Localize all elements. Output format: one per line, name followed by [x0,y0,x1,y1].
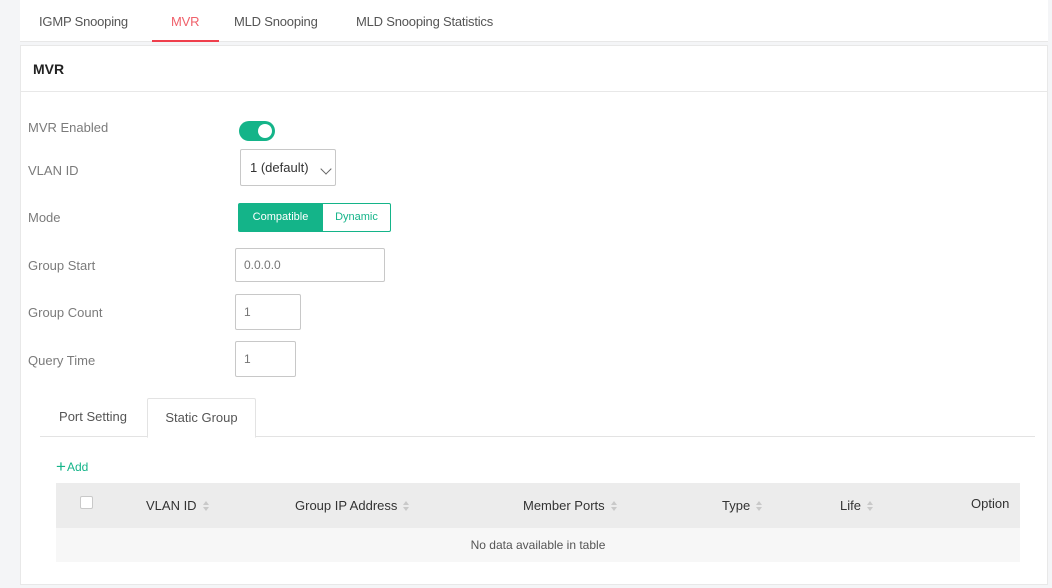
sort-icon [610,500,617,511]
group-start-label: Group Start [28,258,96,273]
page: IGMP Snooping MVR MLD Snooping MLD Snoop… [0,0,1052,588]
vlan-id-select[interactable]: 1 (default) [240,149,336,186]
tab-label: Static Group [165,410,238,425]
tab-label: Port Setting [59,409,127,424]
mvr-enabled-label: MVR Enabled [28,120,109,135]
mode-label: Mode [28,210,61,225]
sort-icon [403,500,410,511]
group-count-input[interactable] [235,294,301,330]
sub-tab-bar: Port Setting Static Group [40,398,1035,438]
tab-mld-snooping[interactable]: MLD Snooping [234,0,318,42]
column-life[interactable]: Life [840,483,873,528]
tab-static-group[interactable]: Static Group [147,398,256,438]
group-count-label: Group Count [28,305,103,320]
column-label: Group IP Address [295,498,398,513]
section-title: MVR [21,46,1047,92]
chevron-down-icon [320,163,332,175]
select-all-checkbox[interactable] [80,496,93,509]
tab-port-setting[interactable]: Port Setting [40,398,146,437]
tab-label: IGMP Snooping [39,14,128,29]
query-time-label: Query Time [28,353,96,368]
mode-compatible-button[interactable]: Compatible [238,203,323,232]
mvr-enabled-toggle[interactable] [239,121,275,141]
add-label: Add [66,460,89,474]
active-tab-indicator [152,40,220,42]
column-label: Type [722,498,751,513]
add-button[interactable]: +Add [56,456,88,476]
column-label: Member Ports [523,498,605,513]
mvr-card: MVR MVR Enabled VLAN ID 1 (default) Mode… [20,45,1048,585]
table-header: VLAN ID Group IP Address Member Ports Ty… [56,483,1020,528]
column-label: VLAN ID [146,498,197,513]
sort-icon [866,500,873,511]
top-tab-bar: IGMP Snooping MVR MLD Snooping MLD Snoop… [20,0,1048,42]
column-vlan-id[interactable]: VLAN ID [146,483,209,528]
empty-table-message: No data available in table [56,528,1020,562]
sort-icon [202,500,209,511]
tab-mld-snooping-statistics[interactable]: MLD Snooping Statistics [356,0,493,42]
column-type[interactable]: Type [722,483,763,528]
plus-icon: + [56,457,66,476]
tab-label: MLD Snooping Statistics [356,14,494,29]
query-time-input[interactable] [235,341,296,377]
column-group-ip-address[interactable]: Group IP Address [295,483,410,528]
tab-label: MLD Snooping [234,14,318,29]
sort-icon [756,500,763,511]
vlan-id-value: 1 (default) [250,160,309,175]
vlan-id-label: VLAN ID [28,163,79,178]
group-start-input[interactable] [235,248,385,282]
column-member-ports[interactable]: Member Ports [523,483,617,528]
mode-dynamic-button[interactable]: Dynamic [322,203,391,232]
tab-igmp-snooping[interactable]: IGMP Snooping [39,0,128,42]
toggle-knob [258,124,272,138]
column-option: Option [971,496,1010,511]
column-label: Life [840,498,861,513]
tab-label: MVR [171,14,200,29]
tab-mvr[interactable]: MVR [152,0,220,42]
